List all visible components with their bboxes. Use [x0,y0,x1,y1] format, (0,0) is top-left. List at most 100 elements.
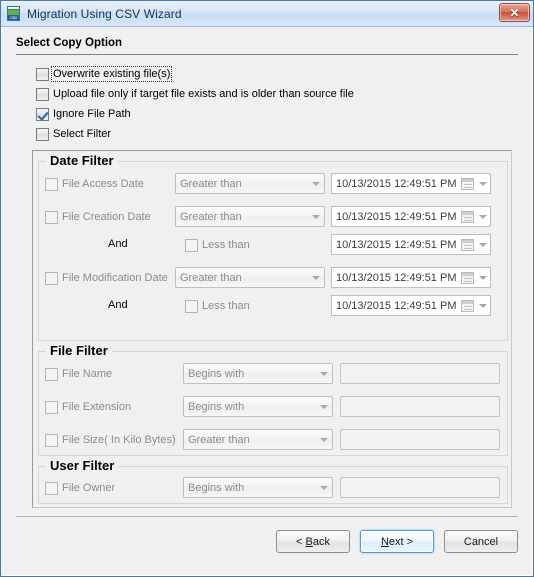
overwrite-existing-files-checkbox[interactable] [36,67,49,81]
file-name-operator-combo[interactable]: Begins with [183,363,333,384]
wizard-button-row: < Back Next > Cancel [276,530,518,553]
close-button[interactable]: ✕ [499,3,530,22]
file-owner-row[interactable]: File Owner [45,477,115,499]
date-filter-title: Date Filter [46,153,118,168]
calendar-icon [461,177,474,190]
calendar-icon [461,210,474,223]
ignore-file-path-checkbox[interactable] [36,107,49,121]
filter-panel: Date Filter File Access Date Greater tha… [32,150,512,508]
date-value: 10/13/2015 12:49:51 PM [336,299,457,312]
option-ignore-file-path[interactable]: Ignore File Path [36,104,532,124]
chevron-down-icon[interactable] [476,181,490,186]
calendar-icon [461,238,474,251]
date-value: 10/13/2015 12:49:51 PM [336,210,457,223]
file-creation-date-operator-combo[interactable]: Greater than [175,206,325,227]
file-size-value-input[interactable] [340,429,500,450]
file-filter-title: File Filter [46,343,112,358]
file-extension-row[interactable]: File Extension [45,396,131,418]
file-modification-date-row[interactable]: File Modification Date [45,267,168,289]
file-name-label: File Name [62,368,113,380]
chevron-down-icon [316,404,332,409]
option-label: Overwrite existing file(s) [50,66,173,82]
combo-value: Greater than [180,271,242,284]
file-access-date-operator-combo[interactable]: Greater than [175,173,325,194]
combo-value: Begins with [188,481,245,494]
chevron-down-icon [308,214,324,219]
file-owner-value-input[interactable] [340,477,500,498]
window-title: Migration Using CSV Wizard [27,6,182,21]
file-name-value-input[interactable] [340,363,500,384]
footer: < Back Next > Cancel [2,508,532,575]
file-modification-less-than-checkbox[interactable] [185,299,198,313]
header-area: Select Copy Option [2,27,532,55]
back-button[interactable]: < Back [276,530,350,553]
file-size-operator-combo[interactable]: Greater than [183,429,333,450]
file-access-date-picker[interactable]: 10/13/2015 12:49:51 PM [331,173,491,194]
chevron-down-icon[interactable] [476,275,490,280]
upload-if-older-checkbox[interactable] [36,87,49,101]
chevron-down-icon [316,371,332,376]
date-value: 10/13/2015 12:49:51 PM [336,177,457,190]
creation-and-label: And [108,238,128,250]
file-size-checkbox[interactable] [45,433,58,447]
file-owner-checkbox[interactable] [45,481,58,495]
combo-value: Greater than [180,177,242,190]
chevron-down-icon[interactable] [476,303,490,308]
file-creation-date-picker[interactable]: 10/13/2015 12:49:51 PM [331,206,491,227]
file-access-date-label: File Access Date [62,178,144,190]
date-value: 10/13/2015 12:49:51 PM [336,238,457,251]
option-overwrite-existing-files[interactable]: Overwrite existing file(s) [36,64,532,84]
combo-value: Greater than [188,433,250,446]
chevron-down-icon [308,275,324,280]
page-title: Select Copy Option [16,37,123,49]
footer-divider [16,516,518,517]
file-creation-less-than-row[interactable]: Less than [185,234,250,256]
cancel-button[interactable]: Cancel [444,530,518,553]
file-creation-less-than-label: Less than [202,239,250,251]
file-extension-checkbox[interactable] [45,400,58,414]
file-modification-date-label: File Modification Date [62,272,168,284]
file-name-row[interactable]: File Name [45,363,112,385]
file-creation-date-row[interactable]: File Creation Date [45,206,151,228]
date-value: 10/13/2015 12:49:51 PM [336,271,457,284]
client-area: Select Copy Option Overwrite existing fi… [1,27,533,576]
option-select-filter[interactable]: Select Filter [36,124,532,144]
file-creation-less-than-date-picker[interactable]: 10/13/2015 12:49:51 PM [331,234,491,255]
cancel-button-label: Cancel [463,535,499,548]
chevron-down-icon [316,437,332,442]
chevron-down-icon [316,485,332,490]
option-label: Upload file only if target file exists a… [53,88,354,100]
file-extension-value-input[interactable] [340,396,500,417]
calendar-icon [461,271,474,284]
file-access-date-checkbox[interactable] [45,177,58,191]
chevron-down-icon [308,181,324,186]
file-creation-less-than-checkbox[interactable] [185,238,198,252]
file-extension-operator-combo[interactable]: Begins with [183,396,333,417]
modification-and-label: And [108,299,128,311]
file-modification-less-than-date-picker[interactable]: 10/13/2015 12:49:51 PM [331,295,491,316]
file-size-row[interactable]: File Size( In Kilo Bytes) [45,429,176,451]
file-modification-less-than-label: Less than [202,300,250,312]
next-button-label: Next > [380,535,414,548]
file-extension-label: File Extension [62,401,132,413]
file-owner-operator-combo[interactable]: Begins with [183,477,333,498]
file-modification-less-than-row[interactable]: Less than [185,295,250,317]
chevron-down-icon[interactable] [476,242,490,247]
file-owner-label: File Owner [62,482,116,494]
file-access-date-row[interactable]: File Access Date [45,173,144,195]
file-creation-date-checkbox[interactable] [45,210,58,224]
chevron-down-icon[interactable] [476,214,490,219]
option-upload-if-older[interactable]: Upload file only if target file exists a… [36,84,532,104]
file-name-checkbox[interactable] [45,367,58,381]
combo-value: Begins with [188,367,245,380]
close-icon: ✕ [509,5,520,20]
next-button[interactable]: Next > [360,530,434,553]
file-modification-date-picker[interactable]: 10/13/2015 12:49:51 PM [331,267,491,288]
user-filter-title: User Filter [46,458,119,473]
select-filter-checkbox[interactable] [36,127,49,141]
calendar-icon [461,299,474,312]
file-modification-date-operator-combo[interactable]: Greater than [175,267,325,288]
copy-options-group: Overwrite existing file(s) Upload file o… [2,55,532,144]
migration-wizard-window: CSV Migration Using CSV Wizard ✕ Select … [0,0,534,577]
file-modification-date-checkbox[interactable] [45,271,58,285]
